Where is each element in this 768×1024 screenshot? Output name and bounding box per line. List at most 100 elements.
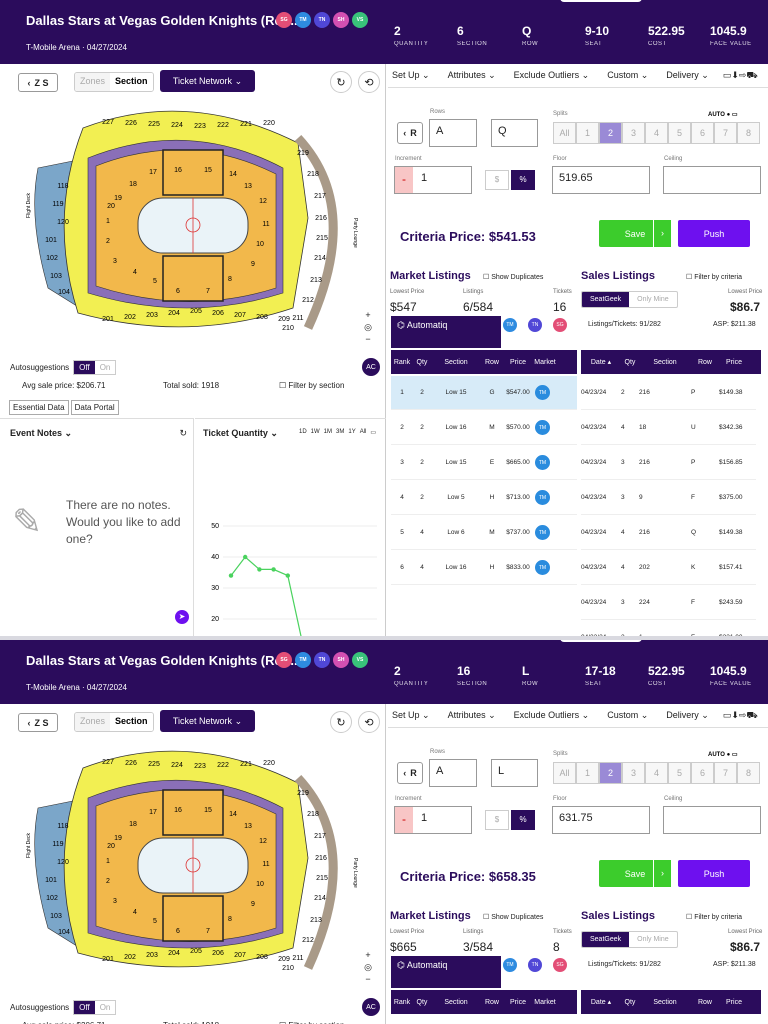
section-210[interactable]: 210: [282, 325, 294, 332]
section-211[interactable]: 211: [292, 955, 303, 962]
section-208[interactable]: 208: [256, 314, 268, 321]
section-11[interactable]: 11: [262, 861, 269, 868]
section-101[interactable]: 101: [45, 877, 57, 884]
section-216[interactable]: 216: [315, 855, 327, 862]
section-17[interactable]: 17: [149, 809, 157, 816]
split-4[interactable]: 4: [645, 122, 668, 144]
section-227[interactable]: 227: [102, 119, 114, 126]
floor-input[interactable]: 519.65: [552, 166, 650, 194]
seatgeek-option[interactable]: SeatGeek: [582, 292, 630, 307]
section-217[interactable]: 217: [314, 833, 326, 840]
toolbar-delivery[interactable]: Delivery ⌄: [666, 70, 709, 81]
section-14[interactable]: 14: [229, 811, 237, 818]
section-120[interactable]: 120: [57, 859, 69, 866]
event-notes-header[interactable]: Event Notes ⌄: [10, 428, 72, 439]
split-4[interactable]: 4: [645, 762, 668, 784]
section-5[interactable]: 5: [153, 918, 157, 925]
market-chip-vs[interactable]: VS: [352, 12, 368, 28]
market-chip-tm[interactable]: TM: [295, 12, 311, 28]
section-209[interactable]: 209: [278, 956, 290, 963]
refresh-icon[interactable]: ↻: [330, 711, 352, 733]
toggle-off[interactable]: Off: [74, 361, 95, 374]
percent-toggle[interactable]: %: [511, 810, 535, 830]
section-8[interactable]: 8: [228, 916, 232, 923]
ticket-network-dropdown[interactable]: Ticket Network ⌄: [160, 70, 255, 92]
sales-source-switch[interactable]: SeatGeek Only Mine: [581, 931, 678, 948]
toolbar-set-up[interactable]: Set Up ⌄: [392, 710, 430, 721]
section-204[interactable]: 204: [168, 950, 180, 957]
section-4[interactable]: 4: [133, 909, 137, 916]
map-zoom-controls[interactable]: + ◎ −: [362, 949, 374, 985]
section-221[interactable]: 221: [240, 761, 252, 768]
section-option[interactable]: Section: [110, 713, 153, 731]
sales-row[interactable]: 04/23/24 2 216 P $149.38: [581, 376, 756, 410]
section-220[interactable]: 220: [263, 760, 275, 767]
section-18[interactable]: 18: [129, 181, 137, 188]
delivery-icons[interactable]: ▭⬇⇨⛟: [723, 70, 758, 82]
only-mine-option[interactable]: Only Mine: [629, 932, 677, 947]
col-qty[interactable]: Qty: [621, 999, 639, 1006]
section-10[interactable]: 10: [256, 241, 264, 248]
save-options-icon[interactable]: ›: [653, 220, 671, 247]
decrement-button[interactable]: -: [395, 167, 413, 193]
range-1y[interactable]: 1Y: [348, 429, 355, 436]
row-to-input[interactable]: L: [491, 759, 538, 787]
ac-avatar[interactable]: AC: [362, 358, 380, 376]
toggle-icon[interactable]: ●: [727, 752, 731, 758]
quantity-point[interactable]: [257, 567, 262, 572]
section-223[interactable]: 223: [194, 763, 206, 770]
dollar-toggle[interactable]: $: [485, 810, 509, 830]
toolbar-delivery[interactable]: Delivery ⌄: [666, 710, 709, 721]
autosuggestions-toggle[interactable]: Off On: [73, 1000, 117, 1015]
seatgeek-option[interactable]: SeatGeek: [582, 932, 630, 947]
section-20[interactable]: 20: [107, 203, 115, 210]
quantity-point[interactable]: [243, 554, 248, 560]
row-to-input[interactable]: Q: [491, 119, 538, 147]
toggle-off[interactable]: Off: [74, 1001, 95, 1014]
ceiling-input[interactable]: [663, 166, 761, 194]
tm-market-icon[interactable]: TM: [535, 420, 550, 435]
window-icon[interactable]: ▭: [732, 752, 738, 758]
zone-section-back[interactable]: ‹ Z S: [18, 713, 58, 732]
section-119[interactable]: 119: [52, 841, 63, 848]
section-224[interactable]: 224: [171, 762, 183, 769]
section-226[interactable]: 226: [125, 120, 137, 127]
refresh-notes-icon[interactable]: ↻: [179, 428, 187, 439]
target-icon[interactable]: ◎: [362, 321, 374, 333]
sales-row[interactable]: 04/23/2421F$331.00: [581, 621, 756, 636]
section-120[interactable]: 120: [57, 219, 69, 226]
market-chip-tn[interactable]: TN: [528, 318, 542, 332]
filter-by-criteria[interactable]: ☐ Filter by criteria: [686, 273, 742, 281]
section-8[interactable]: 8: [228, 276, 232, 283]
section-16[interactable]: 16: [174, 167, 182, 174]
ac-avatar[interactable]: AC: [362, 998, 380, 1016]
section-10[interactable]: 10: [256, 881, 264, 888]
zoom-in-icon[interactable]: +: [362, 949, 374, 961]
section-209[interactable]: 209: [278, 316, 290, 323]
zoom-out-icon[interactable]: −: [362, 973, 374, 985]
col-date[interactable]: Date ▴: [581, 358, 621, 366]
market-row[interactable]: 3 2 Low 15 E $665.00 TM: [391, 446, 577, 480]
col-qty[interactable]: Qty: [621, 359, 639, 366]
section-5[interactable]: 5: [153, 278, 157, 285]
refresh-icon[interactable]: ↻: [330, 71, 352, 93]
target-icon[interactable]: ◎: [362, 961, 374, 973]
col-price[interactable]: Price: [719, 999, 749, 1006]
zoom-out-icon[interactable]: −: [362, 333, 374, 345]
split-5[interactable]: 5: [668, 122, 691, 144]
range-all[interactable]: All: [360, 429, 367, 436]
sales-row[interactable]: 04/23/24 4 18 U $342.36: [581, 411, 756, 445]
market-row[interactable]: 5 4 Low 6 M $737.00 TM: [391, 516, 577, 550]
header-top-button[interactable]: [560, 640, 642, 642]
zones-section-toggle[interactable]: Zones Section: [74, 72, 154, 92]
automatiq-tab[interactable]: ⌬ Automatiq: [391, 956, 501, 988]
sales-row[interactable]: 04/23/24 3 224 F $243.59: [581, 586, 756, 620]
split-1[interactable]: 1: [576, 762, 599, 784]
section-201[interactable]: 201: [102, 316, 114, 323]
section-210[interactable]: 210: [282, 965, 294, 972]
market-chip-tn[interactable]: TN: [314, 652, 330, 668]
tm-market-icon[interactable]: TM: [535, 525, 550, 540]
reset-icon[interactable]: ⟲: [358, 71, 380, 93]
section-227[interactable]: 227: [102, 759, 114, 766]
section-6[interactable]: 6: [176, 288, 180, 295]
